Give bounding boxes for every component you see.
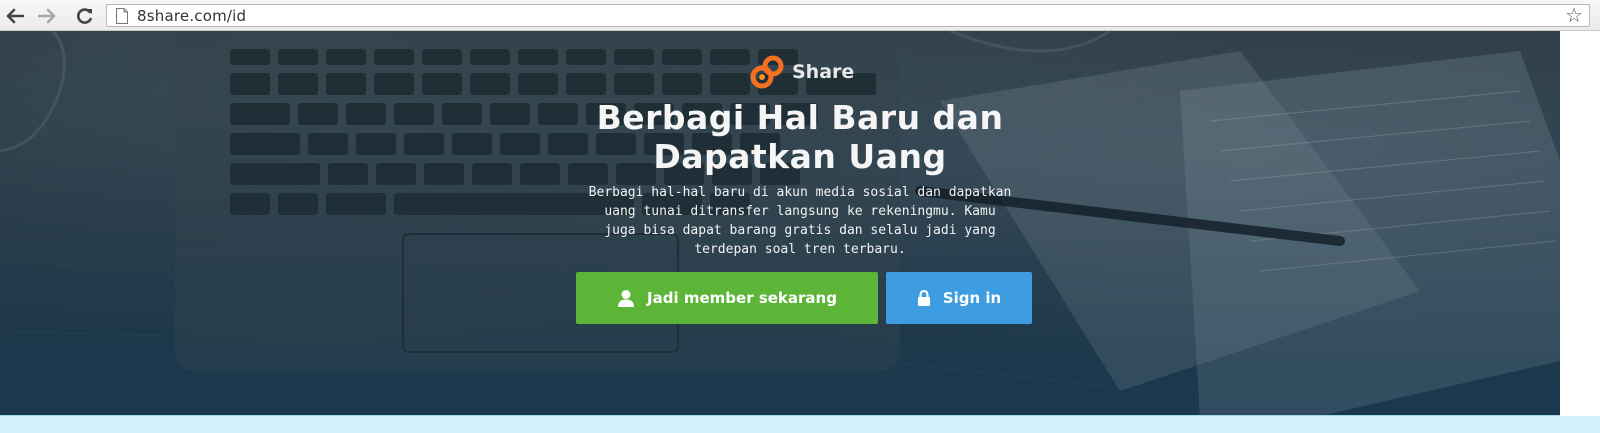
forward-arrow-icon[interactable]: [34, 3, 60, 29]
reload-icon[interactable]: [72, 3, 98, 29]
headline-line: Berbagi Hal Baru dan: [596, 98, 1004, 137]
page-icon: [116, 8, 128, 24]
url-text[interactable]: 8share.com/id: [137, 7, 246, 25]
subtitle-line: Berbagi hal-hal baru di akun media sosia…: [588, 185, 1012, 200]
headline-line: Dapatkan Uang: [653, 137, 947, 176]
subtitle-line: terdepan soal tren terbaru.: [694, 242, 906, 257]
join-member-button[interactable]: Jadi member sekarang: [576, 272, 878, 324]
bottom-band: [0, 416, 1600, 433]
subtitle-line: juga bisa dapat barang gratis dan selalu…: [604, 223, 996, 238]
8share-logo-icon: [750, 55, 784, 89]
brand[interactable]: Share: [748, 52, 854, 92]
back-arrow-icon[interactable]: [2, 3, 28, 29]
page-right-margin: [1560, 31, 1600, 416]
hero-subtitle: Berbagi hal-hal baru di akun media sosia…: [545, 183, 1055, 259]
star-icon[interactable]: ☆: [1565, 6, 1583, 26]
hero-headline: Berbagi Hal Baru dan Dapatkan Uang: [450, 98, 1150, 176]
lock-icon: [917, 290, 931, 306]
brand-name: Share: [792, 61, 855, 83]
user-icon: [617, 289, 635, 307]
browser-toolbar: 8share.com/id ☆: [0, 0, 1600, 31]
join-member-label: Jadi member sekarang: [647, 289, 837, 307]
subtitle-line: uang tunai ditransfer langsung ke rekeni…: [604, 204, 996, 219]
sign-in-button[interactable]: Sign in: [886, 272, 1032, 324]
sign-in-label: Sign in: [942, 289, 1002, 307]
address-bar[interactable]: 8share.com/id ☆: [106, 4, 1590, 27]
